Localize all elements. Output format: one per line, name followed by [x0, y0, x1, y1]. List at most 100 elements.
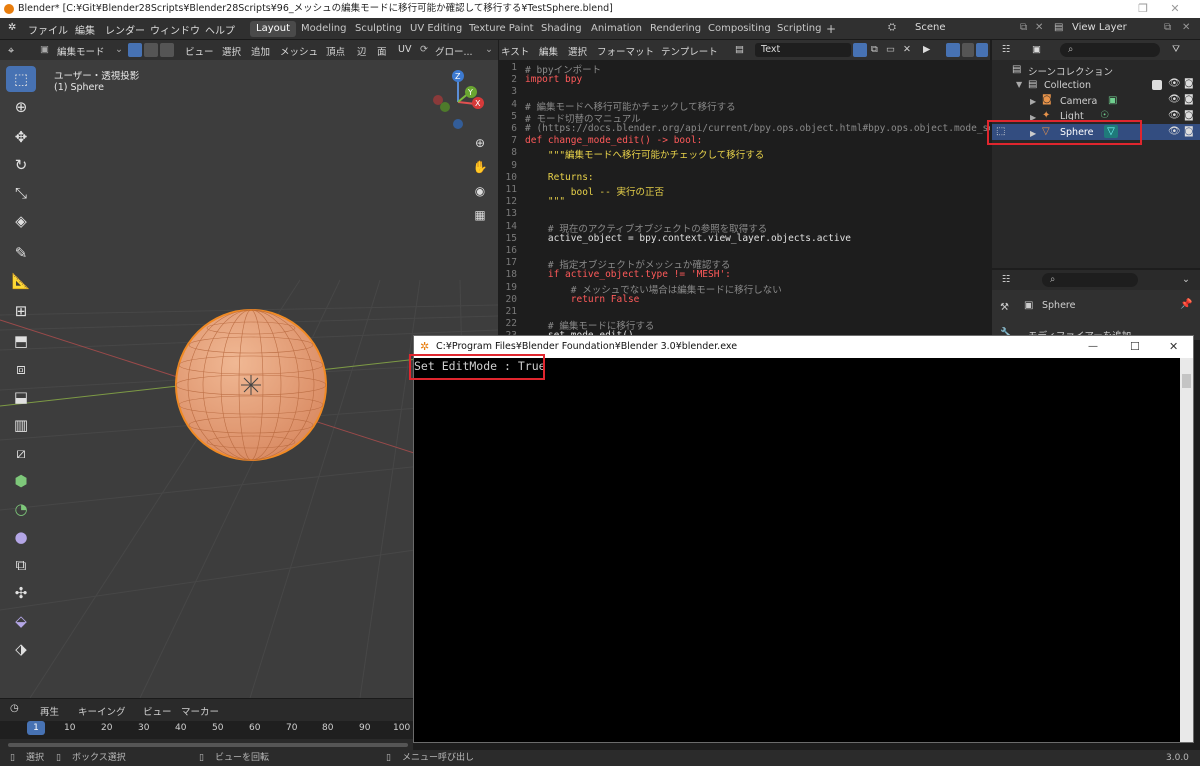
camera-icon[interactable]: ◉	[471, 184, 489, 202]
console-close-button[interactable]: ✕	[1169, 336, 1178, 358]
console-scroll-thumb[interactable]	[1182, 374, 1191, 388]
console-scrollbar[interactable]	[1180, 358, 1193, 742]
tab-animation[interactable]: Animation	[585, 21, 648, 37]
fake-user-button[interactable]	[853, 43, 867, 57]
filter-icon[interactable]: ⛛	[1172, 44, 1180, 55]
tab-shading[interactable]: Shading	[535, 21, 588, 37]
close-text-icon[interactable]: ✕	[903, 44, 911, 55]
rotate-tool-icon[interactable]: ↻	[6, 152, 36, 178]
menu-edit[interactable]: 編集	[75, 22, 95, 37]
edge-slide-tool-icon[interactable]: ⧉	[6, 552, 36, 578]
new-text-icon[interactable]: ▭	[886, 44, 895, 55]
orientation-icon[interactable]: ⟳	[420, 44, 428, 55]
view-layer-copy-icon[interactable]: ⧉	[1164, 22, 1171, 33]
expand-collection-icon[interactable]: ▼	[1016, 80, 1022, 89]
code-line[interactable]: active_object = bpy.context.view_layer.o…	[525, 233, 851, 244]
grid-icon[interactable]: ▦	[471, 208, 489, 226]
eye-icon[interactable]: 👁	[1168, 126, 1181, 137]
hand-icon[interactable]: ✋	[471, 160, 489, 178]
tab-compositing[interactable]: Compositing	[702, 21, 777, 37]
scale-tool-icon[interactable]: ⤡	[6, 180, 36, 206]
rip-tool-icon[interactable]: ⬗	[6, 636, 36, 662]
scene-name[interactable]: Scene	[915, 22, 946, 33]
view-layer-name[interactable]: View Layer	[1072, 22, 1127, 33]
properties-editor[interactable]: ☷ ⌕ ⌄ ⚒ ▣ Sphere 📌 🔧 モディファイアーを追加	[992, 270, 1200, 340]
tab-texture-paint[interactable]: Texture Paint	[463, 21, 540, 37]
scene-copy-icon[interactable]: ⧉	[1020, 22, 1027, 33]
tab-rendering[interactable]: Rendering	[644, 21, 707, 37]
render-camera-icon[interactable]: ◙	[1184, 78, 1194, 89]
view-layer-icon[interactable]: ▤	[1054, 22, 1063, 33]
scene-collection-label[interactable]: シーンコレクション	[1028, 64, 1113, 78]
code-line[interactable]: def change_mode_edit() -> bool:	[525, 135, 702, 146]
menu-help[interactable]: ヘルプ	[205, 22, 235, 37]
transform-orientation[interactable]: グロー...	[435, 44, 473, 58]
face-select-button[interactable]	[160, 43, 174, 57]
editor-menu-edit[interactable]: 編集	[539, 44, 558, 58]
console-maximize-button[interactable]: ☐	[1130, 336, 1140, 358]
code-line[interactable]: # (https://docs.blender.org/api/current/…	[525, 123, 990, 134]
add-workspace-button[interactable]: +	[820, 21, 842, 37]
editor-menu-format[interactable]: フォーマット	[597, 44, 654, 58]
timeline-menu-keying[interactable]: キーイング	[78, 704, 126, 718]
menu-window[interactable]: ウィンドウ	[150, 22, 200, 37]
scene-close-icon[interactable]: ✕	[1035, 22, 1043, 33]
pin-icon[interactable]: 📌	[1180, 299, 1192, 310]
current-frame-indicator[interactable]: 1	[27, 721, 45, 735]
text-editor[interactable]: キスト 編集 選択 フォーマット テンプレート ▤ Text ⧉ ▭ ✕ ▶ 1…	[499, 40, 990, 336]
code-line[interactable]: if active_object.type != 'MESH':	[525, 269, 731, 280]
timeline-menu-playback[interactable]: 再生	[40, 704, 59, 718]
code-line[interactable]: import bpy	[525, 74, 582, 85]
tool-properties-icon[interactable]: ⚒	[1000, 302, 1009, 313]
outliner-search-input[interactable]	[1060, 43, 1160, 57]
cursor-tool-icon[interactable]: ⊕	[6, 94, 36, 120]
edge-select-button[interactable]	[144, 43, 158, 57]
chevron-down-icon[interactable]: ⌄	[485, 44, 493, 55]
line-numbers-button[interactable]	[946, 43, 960, 57]
render-camera-icon[interactable]: ◙	[1184, 94, 1194, 105]
viewport-menu-view[interactable]: ビュー	[185, 44, 214, 58]
inset-tool-icon[interactable]: ⧈	[6, 356, 36, 382]
outliner[interactable]: ☷ ▣ ⌕ ⛛ ▤ シーンコレクション ▼ ▤ Collection 👁 ◙ ▶…	[992, 40, 1200, 268]
tab-sculpting[interactable]: Sculpting	[349, 21, 408, 37]
timeline-menu-view[interactable]: ビュー	[143, 704, 172, 718]
window-close-button[interactable]: ✕	[1160, 0, 1190, 18]
zoom-icon[interactable]: ⊕	[471, 136, 489, 154]
move-tool-icon[interactable]: ✥	[6, 124, 36, 150]
view-layer-close-icon[interactable]: ✕	[1182, 22, 1190, 33]
select-tool-icon[interactable]: ⬚	[6, 66, 36, 92]
code-line[interactable]: Returns:	[525, 172, 594, 183]
measure-tool-icon[interactable]: 📐	[6, 268, 36, 294]
code-line[interactable]: return False	[525, 294, 640, 305]
window-restore-button[interactable]: ❐	[1128, 0, 1158, 18]
expand-camera-icon[interactable]: ▶	[1030, 97, 1036, 106]
timeline-ruler[interactable]	[0, 721, 413, 739]
timeline-scrollbar[interactable]	[8, 743, 408, 747]
shrink-tool-icon[interactable]: ✣	[6, 580, 36, 606]
timeline-editor-icon[interactable]: ◷	[10, 703, 19, 714]
menu-file[interactable]: ファイル	[28, 22, 68, 37]
tab-layout[interactable]: Layout	[250, 21, 296, 37]
viewport-menu-select[interactable]: 選択	[222, 44, 241, 58]
render-camera-icon[interactable]: ◙	[1184, 110, 1194, 121]
properties-search-input[interactable]	[1042, 273, 1138, 287]
tab-uv-editing[interactable]: UV Editing	[404, 21, 468, 37]
scene-icon[interactable]: ⛭	[888, 22, 896, 33]
outliner-editor-icon[interactable]: ☷	[1002, 44, 1011, 55]
viewport-menu-mesh[interactable]: メッシュ	[280, 44, 318, 58]
menu-render[interactable]: レンダー	[105, 22, 145, 37]
eye-icon[interactable]: 👁	[1168, 110, 1181, 121]
display-mode-icon[interactable]: ▣	[1032, 44, 1041, 55]
spin-tool-icon[interactable]: ◔	[6, 496, 36, 522]
knife-tool-icon[interactable]: ⧄	[6, 440, 36, 466]
loop-cut-tool-icon[interactable]: ▥	[6, 412, 36, 438]
editor-menu-select[interactable]: 選択	[568, 44, 587, 58]
collection-checkbox[interactable]	[1152, 80, 1162, 90]
annotate-tool-icon[interactable]: ✎	[6, 240, 36, 266]
extrude-tool-icon[interactable]: ⬒	[6, 328, 36, 354]
viewport-menu-add[interactable]: 追加	[251, 44, 270, 58]
code-line[interactable]: """編集モードへ移行可能かチェックして移行する	[525, 147, 764, 161]
viewport-menu-edge[interactable]: 辺	[357, 44, 367, 58]
transform-tool-icon[interactable]: ◈	[6, 208, 36, 234]
editor-menu-text[interactable]: キスト	[501, 44, 529, 58]
